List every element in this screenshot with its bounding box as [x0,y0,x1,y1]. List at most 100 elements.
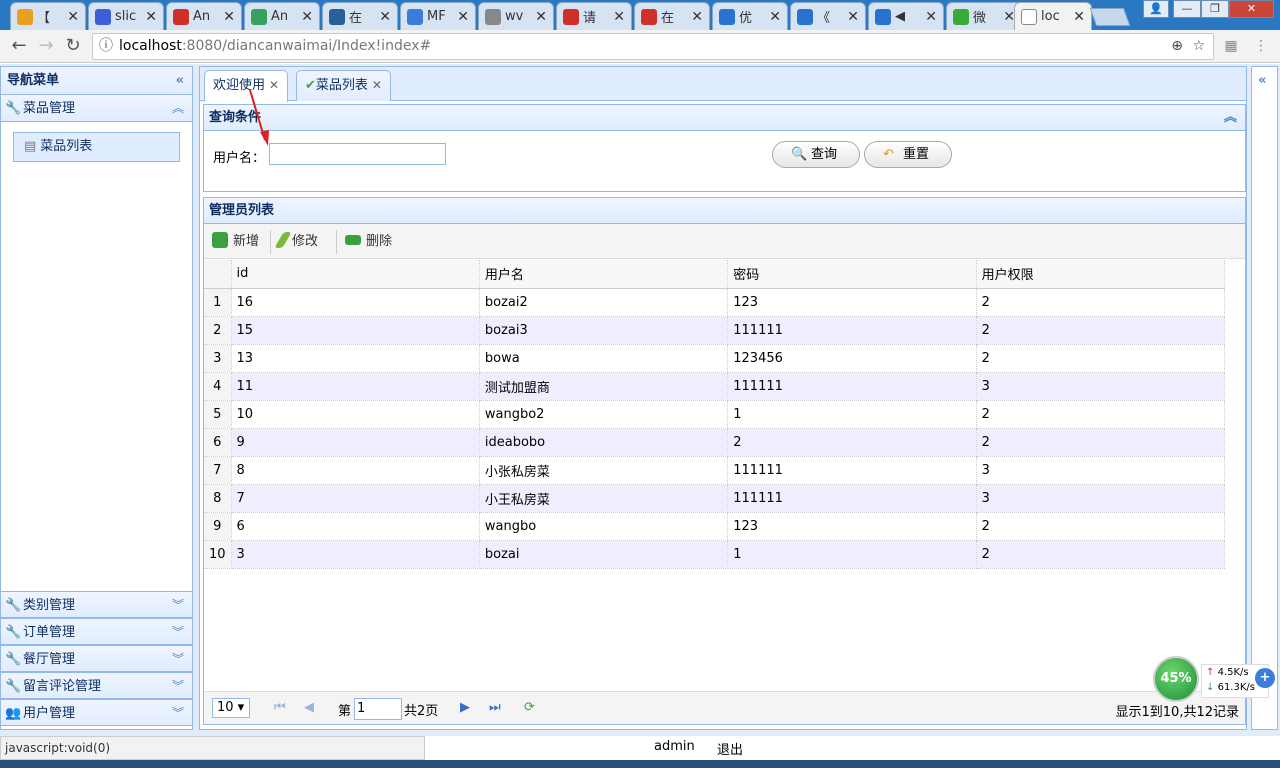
chevron-up-icon[interactable]: ︽ [172,95,184,122]
browser-tab-title: An [193,9,211,24]
close-icon[interactable]: ✕ [691,9,703,25]
table-row[interactable]: 6 9 ideabobo 2 2 [204,428,1226,457]
sidebar-item-label: 菜品列表 [40,139,93,154]
delete-button[interactable]: 删除 [345,232,392,252]
network-speed-widget[interactable]: 45% ↑ 4.5K/s ↓ 61.3K/s + [1153,656,1275,702]
browser-tab[interactable]: 《 ✕ [790,2,866,30]
chevron-up-icon[interactable]: ︽ [1224,105,1237,131]
browser-tab[interactable]: loc ✕ [1014,2,1092,30]
browser-tab[interactable]: 微 ✕ [946,2,1022,30]
accordion-dish-management[interactable]: 🔧 菜品管理 ︽ [1,95,192,122]
browser-tab[interactable]: 优 ✕ [712,2,788,30]
column-header[interactable]: 密码 [727,260,977,289]
accordion-section[interactable]: 🔧 订单管理 ︾ [1,618,192,645]
sidebar-item-dish-list[interactable]: ▤ 菜品列表 [13,132,180,162]
page-number-input[interactable]: 1 [354,698,402,720]
edit-button[interactable]: 修改 [274,232,318,252]
back-icon[interactable]: ← [8,35,30,57]
close-icon[interactable]: ✕ [269,78,279,92]
logout-link[interactable]: 退出 [717,739,743,758]
table-row[interactable]: 1 16 bozai2 123 2 [204,288,1226,317]
menu-icon[interactable]: ⋮ [1252,38,1270,56]
table-row[interactable]: 10 3 bozai 1 2 [204,540,1226,569]
accordion-section[interactable]: 👥 用户管理 ︾ [1,699,192,726]
chevron-down-icon[interactable]: ︾ [172,619,184,646]
chevron-down-icon[interactable]: ︾ [172,646,184,673]
browser-tab[interactable]: 请 ✕ [556,2,632,30]
add-button[interactable]: 新增 [212,232,259,252]
column-header[interactable]: 用户权限 [976,260,1226,289]
info-icon[interactable]: ⓘ [99,34,113,59]
accordion-section[interactable]: 🔧 餐厅管理 ︾ [1,645,192,672]
chevron-down-icon[interactable]: ︾ [172,592,184,619]
minimize-button[interactable]: — [1173,0,1201,18]
chevron-down-icon[interactable]: ︾ [172,700,184,727]
close-icon[interactable]: ✕ [535,9,547,25]
table-row[interactable]: 2 15 bozai3 111111 2 [204,316,1226,345]
accordion-section[interactable]: 🔧 留言评论管理 ︾ [1,672,192,699]
bookmark-star-icon[interactable]: ☆ [1192,34,1205,59]
column-header[interactable]: id [231,260,480,289]
status-bar: javascript:void(0) admin 退出 [0,736,1280,760]
table-row[interactable]: 4 11 测试加盟商 111111 3 [204,372,1226,401]
sidebar-collapse-icon[interactable]: « [176,67,184,95]
forward-icon[interactable]: → [35,35,57,57]
profile-button[interactable]: 👤 [1143,0,1169,18]
close-icon[interactable]: ✕ [925,9,937,25]
page-size-select[interactable]: 10 ▾ [212,698,250,718]
username-input[interactable] [269,143,446,165]
browser-tab[interactable]: ◀ ✕ [868,2,944,30]
expand-panel-icon[interactable]: « [1258,73,1266,88]
close-icon[interactable]: ✕ [67,9,79,25]
next-page-icon[interactable]: ▶ [460,700,470,715]
prev-page-icon[interactable]: ◀ [304,700,314,715]
browser-tab[interactable]: An ✕ [166,2,242,30]
sidebar-title: 导航菜单 [7,73,60,88]
browser-tab[interactable]: 在 ✕ [322,2,398,30]
browser-tab[interactable]: slic ✕ [88,2,164,30]
refresh-icon[interactable]: ⟳ [524,700,535,715]
maximize-button[interactable]: ❐ [1201,0,1229,18]
close-icon[interactable]: ✕ [301,9,313,25]
first-page-icon[interactable]: ⏮ [274,700,286,715]
tab-welcome[interactable]: 欢迎使用 ✕ [204,70,289,102]
extension-icon[interactable]: ▦ [1222,38,1240,56]
close-icon[interactable]: ✕ [379,9,391,25]
table-cell: bozai3 [479,316,729,345]
tab-dish-list[interactable]: ✔菜品列表 ✕ [296,70,391,101]
close-icon[interactable]: ✕ [457,9,469,25]
reset-button[interactable]: ↶ 重置 [864,141,952,168]
table-cell: 3 [231,540,480,569]
last-page-icon[interactable]: ⏭ [489,700,501,715]
zoom-icon[interactable]: ⊕ [1171,34,1183,59]
browser-tab[interactable]: 在 ✕ [634,2,710,30]
table-body: 1 16 bozai2 123 2 2 15 bozai3 111111 2 3 13 bowa 1234… [204,288,1226,569]
search-button[interactable]: 🔍 查询 [772,141,860,168]
table-row[interactable]: 7 8 小张私房菜 111111 3 [204,456,1226,485]
browser-tab[interactable]: 【✕ [10,2,86,30]
table-row[interactable]: 5 10 wangbo2 1 2 [204,400,1226,429]
close-icon[interactable]: ✕ [847,9,859,25]
plus-icon[interactable]: + [1255,668,1275,688]
accordion-section[interactable]: 🔧 类别管理 ︾ [1,591,192,618]
column-header[interactable]: 用户名 [479,260,729,289]
url-input[interactable]: ⓘ localhost:8080/diancanwaimai/Index!ind… [92,33,1214,60]
close-window-button[interactable]: ✕ [1229,0,1274,18]
table-row[interactable]: 9 6 wangbo 123 2 [204,512,1226,541]
close-icon[interactable]: ✕ [145,9,157,25]
table-row[interactable]: 3 13 bowa 123456 2 [204,344,1226,373]
close-icon[interactable]: ✕ [223,9,235,25]
close-icon[interactable]: ✕ [613,9,625,25]
chevron-down-icon[interactable]: ︾ [172,673,184,700]
new-tab-button[interactable] [1089,8,1131,26]
browser-tab[interactable]: wv ✕ [478,2,554,30]
browser-tab[interactable]: MF ✕ [400,2,476,30]
reload-icon[interactable]: ↻ [62,35,84,57]
close-icon[interactable]: ✕ [1073,9,1085,25]
browser-tab-title: loc [1041,9,1060,24]
close-icon[interactable]: ✕ [372,78,382,92]
browser-tab-title: 《 [817,11,831,26]
table-row[interactable]: 8 7 小王私房菜 111111 3 [204,484,1226,513]
close-icon[interactable]: ✕ [769,9,781,25]
browser-tab[interactable]: An ✕ [244,2,320,30]
